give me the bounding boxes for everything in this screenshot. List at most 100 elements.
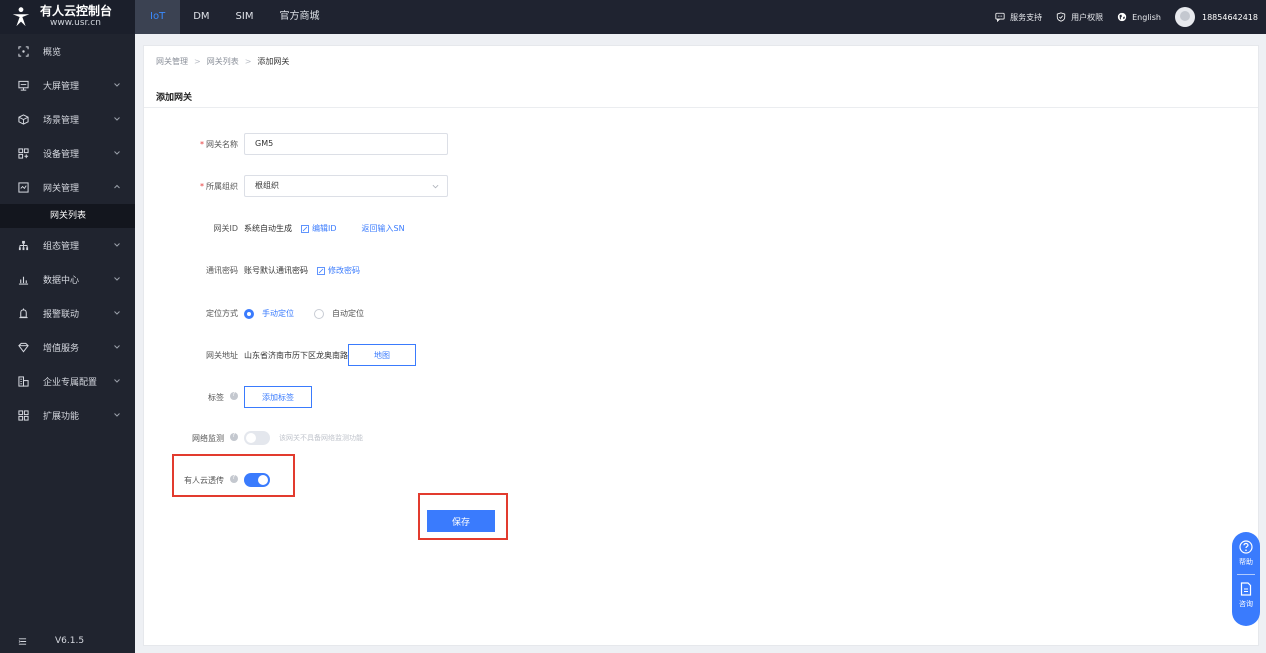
breadcrumb-current: 添加网关 (257, 57, 290, 66)
org-label: * 所属组织 (200, 181, 238, 191)
help-icon[interactable] (230, 391, 238, 400)
consult-button[interactable]: 咨询 (1239, 582, 1253, 609)
sidebar-item-label: 组态管理 (43, 241, 80, 252)
topnav-iot[interactable]: IoT (135, 0, 181, 34)
back-to-sn-link[interactable]: 返回输入SN (362, 223, 405, 234)
sidebar: 概览 大屏管理 场景管理 设备管理 网关管理 网关列表 组态管理 数据中心 报警… (0, 34, 135, 653)
main-panel: 网关管理 > 网关列表 > 添加网关 添加网关 * 网关名称 GM5 * 所属组织 … (143, 45, 1259, 646)
chevron-up-icon (114, 184, 120, 189)
breadcrumb-gateway-mgmt[interactable]: 网关管理 (156, 56, 188, 67)
sidebar-item-config[interactable]: 组态管理 (0, 228, 135, 262)
support-link[interactable]: 服务支持 (995, 12, 1042, 23)
sidebar-item-alarm[interactable]: 报警联动 (0, 296, 135, 330)
chevron-down-icon (114, 243, 120, 247)
chevron-down-icon (114, 277, 120, 281)
chevron-down-icon (114, 311, 120, 315)
alarm-icon (18, 307, 29, 319)
manual-location-radio[interactable]: 手动定位 (244, 308, 294, 319)
breadcrumb-separator: > (244, 57, 252, 66)
form-row-password: 通讯密码 账号默认通讯密码 修改密码 (144, 265, 360, 276)
topnav-sim[interactable]: SIM (223, 0, 267, 34)
help-button[interactable]: 帮助 (1239, 540, 1253, 567)
form-row-name: * 网关名称 GM5 (144, 133, 448, 155)
sidebar-item-overview[interactable]: 概览 (0, 34, 135, 68)
sidebar-item-label: 数据中心 (43, 275, 80, 286)
shield-icon (1056, 12, 1066, 22)
form-row-tag: 标签 添加标签 (144, 386, 312, 408)
breadcrumb: 网关管理 > 网关列表 > 添加网关 (156, 56, 289, 67)
network-label: 网络监测 (144, 432, 244, 444)
sidebar-item-label: 概览 (43, 47, 62, 58)
menu-collapse-icon[interactable] (18, 637, 27, 646)
sidebar-item-gateway[interactable]: 网关管理 (0, 170, 135, 204)
language-switch[interactable]: English (1117, 12, 1161, 22)
network-monitor-toggle[interactable] (244, 431, 270, 445)
user-account[interactable]: 18854642418 (1202, 13, 1258, 22)
sidebar-item-device[interactable]: 设备管理 (0, 136, 135, 170)
location-label: 定位方式 (206, 309, 238, 318)
question-circle-icon (1239, 540, 1253, 554)
organization-select[interactable]: 根组织 (244, 175, 448, 197)
form-row-id: 网关ID 系统自动生成 编辑ID 返回输入SN (144, 223, 405, 234)
page-title: 添加网关 (156, 93, 193, 103)
sidebar-item-enterprise[interactable]: 企业专属配置 (0, 364, 135, 398)
sidebar-item-extensions[interactable]: 扩展功能 (0, 398, 135, 432)
sidebar-item-scene[interactable]: 场景管理 (0, 102, 135, 136)
topnav-store[interactable]: 官方商城 (266, 0, 332, 34)
help-icon[interactable] (230, 432, 238, 441)
radio-unchecked-icon (314, 308, 324, 319)
form-row-location: 定位方式 手动定位 自动定位 (144, 308, 364, 319)
chevron-down-icon (432, 184, 439, 189)
change-password-link[interactable]: 修改密码 (317, 265, 360, 276)
brand-subtitle: www.usr.cn (50, 17, 101, 28)
chevron-down-icon (114, 413, 120, 417)
topnav-dm[interactable]: DM (180, 0, 222, 34)
sidebar-item-data[interactable]: 数据中心 (0, 262, 135, 296)
save-button[interactable]: 保存 (427, 510, 495, 532)
chevron-down-icon (114, 379, 120, 383)
sidebar-item-label: 大屏管理 (43, 81, 80, 92)
avatar[interactable] (1175, 7, 1195, 27)
sidebar-item-label: 扩展功能 (43, 411, 80, 422)
breadcrumb-separator: > (194, 57, 201, 66)
chevron-down-icon (114, 151, 120, 155)
screen-icon (18, 80, 29, 91)
tag-label: 标签 (144, 391, 244, 403)
title-divider (144, 107, 1258, 108)
id-value: 系统自动生成 (244, 224, 292, 233)
edit-icon (317, 266, 325, 275)
sidebar-item-value-added[interactable]: 增值服务 (0, 330, 135, 364)
data-icon (18, 274, 29, 285)
permissions-label: 用户权限 (1071, 12, 1104, 22)
chevron-down-icon (114, 117, 120, 121)
brand-logo[interactable]: 有人云控制台 www.usr.cn (0, 0, 135, 34)
top-bar: 有人云控制台 www.usr.cn IoT DM SIM 官方商城 服务支持 用… (0, 0, 1266, 34)
device-icon (18, 147, 29, 159)
sidebar-item-screen[interactable]: 大屏管理 (0, 68, 135, 102)
floating-help-widget: 帮助 咨询 (1232, 532, 1260, 626)
version-label: V6.1.5 (55, 636, 85, 646)
add-tag-button[interactable]: 添加标签 (244, 386, 312, 408)
sidebar-subitem-gateway-list[interactable]: 网关列表 (0, 204, 135, 228)
id-label: 网关ID (213, 224, 238, 233)
language-label: English (1132, 12, 1161, 22)
highlight-relay-box (172, 454, 295, 497)
document-icon (1240, 582, 1252, 596)
sidebar-item-label: 设备管理 (43, 149, 80, 160)
form-row-network: 网络监测 该网关不具备网络监测功能 (144, 431, 363, 445)
edit-id-link[interactable]: 编辑ID (301, 223, 337, 234)
sidebar-item-label: 报警联动 (43, 309, 80, 320)
gateway-name-input[interactable]: GM5 (244, 133, 448, 155)
network-hint: 该网关不具备网络监测功能 (279, 434, 363, 442)
sidebar-item-label: 场景管理 (43, 115, 80, 126)
diamond-icon (18, 342, 29, 353)
address-value: 山东省济南市历下区龙奥南路 (244, 350, 348, 360)
brand-title: 有人云控制台 (40, 4, 113, 19)
form-row-org: * 所属组织 根组织 (144, 175, 448, 197)
map-button[interactable]: 地图 (348, 344, 416, 366)
scene-icon (18, 113, 29, 125)
breadcrumb-gateway-list[interactable]: 网关列表 (207, 56, 239, 67)
auto-location-radio[interactable]: 自动定位 (314, 308, 364, 319)
permissions-link[interactable]: 用户权限 (1056, 12, 1103, 23)
globe-icon (1117, 12, 1127, 22)
